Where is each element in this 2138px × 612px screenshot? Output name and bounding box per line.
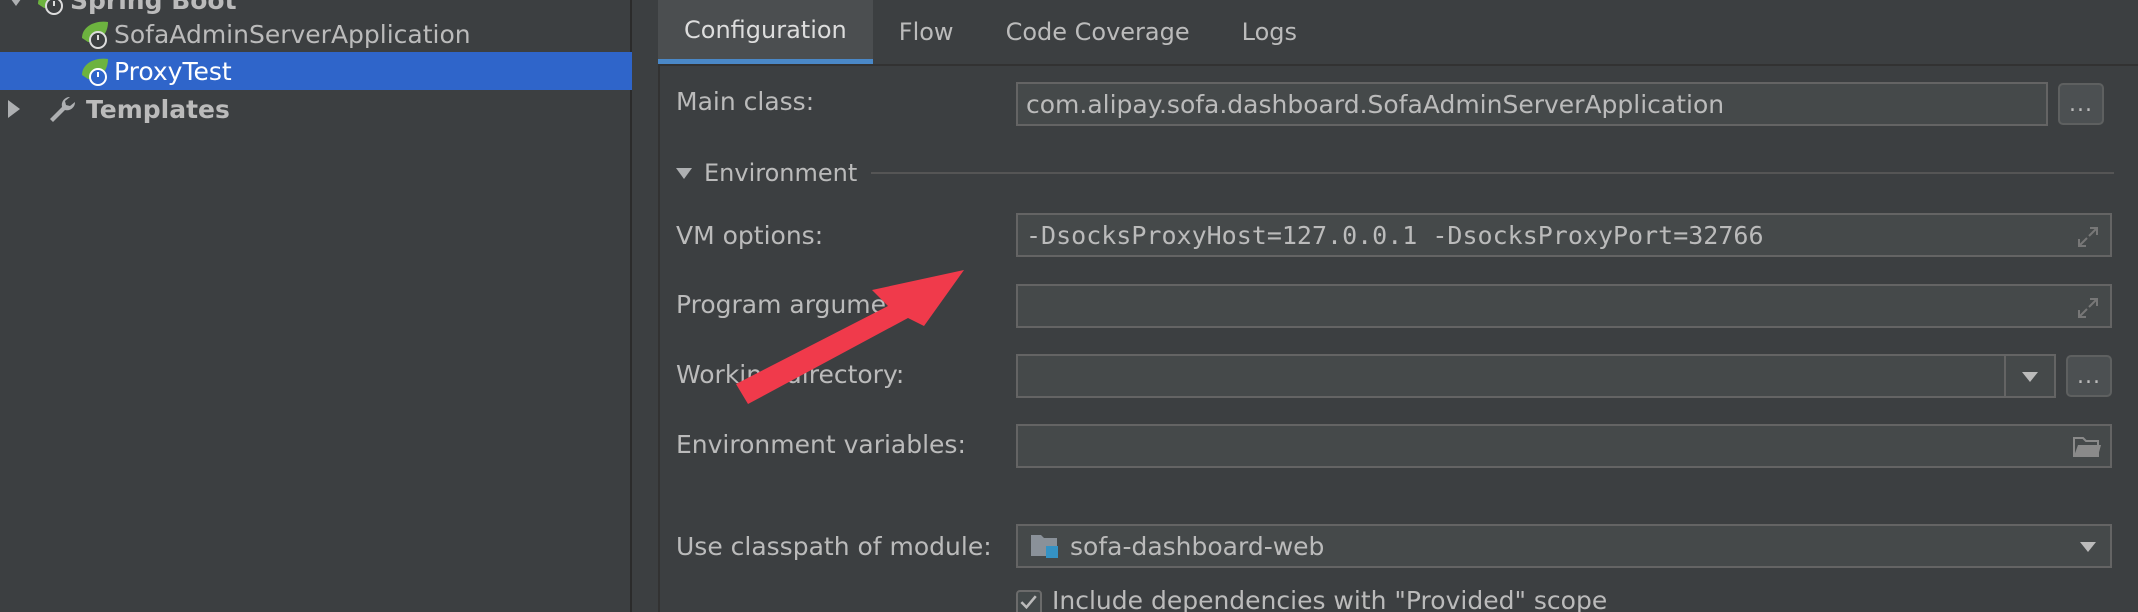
run-config-tree: Spring Boot SofaAdminServerApplication P…	[0, 0, 632, 612]
vm-options-label: VM options:	[676, 221, 824, 250]
tab-code-coverage[interactable]: Code Coverage	[980, 0, 1216, 64]
tab-flow[interactable]: Flow	[873, 0, 980, 64]
dropdown-arrow-icon[interactable]	[2080, 542, 2096, 552]
tab-logs[interactable]: Logs	[1216, 0, 1323, 64]
vm-options-value: -DsocksProxyHost=127.0.0.1 -DsocksProxyP…	[1026, 220, 1764, 250]
tree-item-label: SofaAdminServerApplication	[114, 19, 471, 49]
wrench-icon	[50, 96, 76, 122]
spring-boot-icon	[82, 21, 108, 49]
expand-arrow-icon[interactable]	[8, 0, 24, 6]
include-dependencies-label: Include dependencies with "Provided" sco…	[1052, 586, 1608, 612]
collapse-arrow-icon[interactable]	[676, 167, 692, 179]
classpath-module-label: Use classpath of module:	[676, 532, 992, 561]
tree-item-label: ProxyTest	[114, 56, 232, 86]
tab-configuration[interactable]: Configuration	[658, 0, 873, 64]
section-divider	[871, 172, 2114, 174]
environment-variables-input[interactable]	[1016, 424, 2112, 468]
tree-item-templates[interactable]: Templates	[0, 90, 632, 128]
main-class-label: Main class:	[676, 87, 815, 116]
spring-boot-icon	[38, 0, 63, 15]
working-directory-input[interactable]	[1016, 354, 2056, 398]
tab-bar: Configuration Flow Code Coverage Logs	[658, 0, 2138, 66]
environment-section-label: Environment	[704, 159, 858, 187]
tree-item-label: Spring Boot	[70, 0, 237, 15]
expand-icon[interactable]	[2076, 225, 2100, 249]
dropdown-arrow-icon[interactable]	[2022, 372, 2038, 382]
checkmark-icon	[1020, 595, 1037, 610]
vm-options-input[interactable]: -DsocksProxyHost=127.0.0.1 -DsocksProxyP…	[1016, 213, 2112, 257]
program-arguments-label: Program arguments:	[676, 290, 934, 319]
main-class-input[interactable]: com.alipay.sofa.dashboard.SofaAdminServe…	[1016, 82, 2048, 126]
classpath-module-value: sofa-dashboard-web	[1070, 531, 1325, 561]
environment-section-header[interactable]: Environment	[676, 158, 2114, 188]
main-class-value: com.alipay.sofa.dashboard.SofaAdminServe…	[1026, 89, 1725, 119]
tree-item-label: Templates	[86, 94, 230, 124]
configuration-form: Main class: com.alipay.sofa.dashboard.So…	[658, 66, 2138, 612]
folder-icon[interactable]	[2072, 434, 2102, 460]
working-directory-label: Working directory:	[676, 360, 905, 389]
working-directory-browse-button[interactable]: ...	[2066, 355, 2112, 397]
spring-boot-icon	[82, 58, 108, 86]
main-class-browse-button[interactable]: ...	[2058, 83, 2104, 125]
run-config-editor: Configuration Flow Code Coverage Logs Ma…	[634, 0, 2138, 612]
expand-arrow-icon[interactable]	[8, 100, 20, 118]
classpath-module-select[interactable]: sofa-dashboard-web	[1016, 524, 2112, 568]
expand-icon[interactable]	[2076, 296, 2100, 320]
program-arguments-input[interactable]	[1016, 284, 2112, 328]
include-dependencies-checkbox[interactable]	[1016, 590, 1042, 612]
module-folder-icon	[1031, 535, 1058, 558]
environment-variables-label: Environment variables:	[676, 430, 966, 459]
tree-item-proxy-test[interactable]: ProxyTest	[0, 52, 632, 90]
tree-item-sofa-admin-server-application[interactable]: SofaAdminServerApplication	[0, 15, 632, 53]
